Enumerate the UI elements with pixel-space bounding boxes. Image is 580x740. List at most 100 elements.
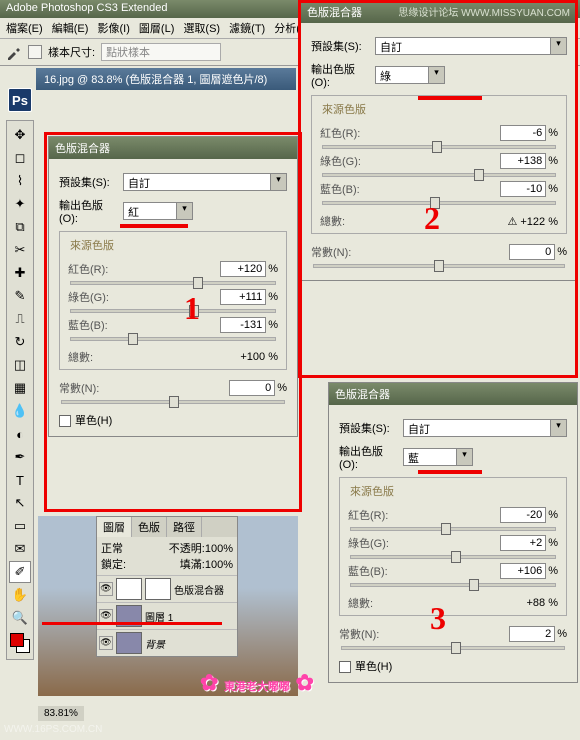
output-combo-1[interactable]: 紅▾ (123, 202, 193, 220)
eye-icon[interactable]: 👁 (99, 582, 113, 596)
type-tool[interactable]: T (9, 469, 31, 491)
menu-layer[interactable]: 圖層(L) (139, 23, 174, 35)
shape-tool[interactable]: ▭ (9, 515, 31, 537)
green-input-1[interactable] (220, 289, 266, 305)
wand-tool[interactable]: ✦ (9, 193, 31, 215)
preset-combo-1[interactable]: 自訂▾ (123, 173, 287, 191)
output-combo-3[interactable]: 藍▾ (403, 448, 473, 466)
stamp-tool[interactable]: ⎍ (9, 308, 31, 330)
brush-tool[interactable]: ✎ (9, 285, 31, 307)
blend-mode[interactable]: 正常 (101, 543, 123, 555)
blue-slider-2[interactable] (322, 201, 556, 205)
channel-mixer-panel-2: 色版混合器 預設集(S): 自訂▾ 輸出色版(O): 綠▾ 來源色版 紅色(R)… (300, 0, 578, 281)
red-slider-1[interactable] (70, 281, 276, 285)
eyedropper-tool[interactable]: ✐ (9, 561, 31, 583)
tab-channels[interactable]: 色版 (132, 517, 167, 537)
tab-layers[interactable]: 圖層 (97, 517, 132, 537)
total-value-1: +100 (240, 351, 265, 363)
constant-slider-2[interactable] (313, 264, 565, 268)
tab-paths[interactable]: 路徑 (167, 517, 202, 537)
menu-select[interactable]: 選取(S) (183, 23, 220, 35)
constant-slider-1[interactable] (61, 400, 285, 404)
opacity-value[interactable]: 100% (205, 543, 233, 555)
green-input-2[interactable] (500, 153, 546, 169)
menu-edit[interactable]: 編輯(E) (52, 23, 89, 35)
red-input-3[interactable] (500, 507, 546, 523)
eraser-tool[interactable]: ◫ (9, 354, 31, 376)
layer-row-bg[interactable]: 👁背景 (97, 629, 237, 656)
chevron-down-icon[interactable]: ▾ (270, 174, 286, 190)
channel-mixer-panel-3: 色版混合器 預設集(S): 自訂▾ 輸出色版(O): 藍▾ 來源色版 紅色(R)… (328, 382, 578, 683)
zoom-tool[interactable]: 🔍 (9, 607, 31, 629)
gradient-tool[interactable]: ▦ (9, 377, 31, 399)
green-slider-2[interactable] (322, 173, 556, 177)
chevron-down-icon[interactable]: ▾ (550, 420, 566, 436)
document-tab[interactable]: 16.jpg @ 83.8% (色版混合器 1, 圖層遮色片/8) (36, 68, 296, 90)
blue-slider-3[interactable] (350, 583, 556, 587)
blue-slider-1[interactable] (70, 337, 276, 341)
constant-input-1[interactable] (229, 380, 275, 396)
crop-tool[interactable]: ⧉ (9, 216, 31, 238)
chevron-down-icon[interactable]: ▾ (456, 449, 472, 465)
status-zoom: 83.81% (38, 706, 84, 721)
red-slider-2[interactable] (322, 145, 556, 149)
menu-file[interactable]: 檔案(E) (6, 23, 43, 35)
blue-input-2[interactable] (500, 181, 546, 197)
constant-slider-3[interactable] (341, 646, 565, 650)
preset-label: 預設集(S): (339, 420, 399, 436)
marquee-tool[interactable]: ◻ (9, 147, 31, 169)
constant-input-2[interactable] (509, 244, 555, 260)
chevron-down-icon[interactable]: ▾ (176, 203, 192, 219)
hand-tool[interactable]: ✋ (9, 584, 31, 606)
mono-label: 單色(H) (355, 661, 392, 673)
blue-input-1[interactable] (220, 317, 266, 333)
green-slider-3[interactable] (350, 555, 556, 559)
layer-row-mixer[interactable]: 👁色版混合器 (97, 575, 237, 602)
blue-input-3[interactable] (500, 563, 546, 579)
blue-label: 藍色(B): (68, 317, 108, 333)
preset-combo-2[interactable]: 自訂▾ (375, 37, 567, 55)
chevron-down-icon[interactable]: ▾ (428, 67, 444, 83)
output-label: 輸出色版(O): (339, 443, 399, 471)
output-label: 輸出色版(O): (59, 197, 119, 225)
toolbox: ✥ ◻ ⌇ ✦ ⧉ ✂ ✚ ✎ ⎍ ↻ ◫ ▦ 💧 ◐ ✒ T ↖ ▭ ✉ ✐ … (6, 120, 34, 660)
dodge-tool[interactable]: ◐ (9, 423, 31, 445)
history-brush-tool[interactable]: ↻ (9, 331, 31, 353)
lasso-tool[interactable]: ⌇ (9, 170, 31, 192)
source-fieldset-2: 來源色版 紅色(R):% 綠色(G):% 藍色(B):% 總數:⚠ +122 % (311, 95, 567, 234)
red-slider-3[interactable] (350, 527, 556, 531)
red-input-1[interactable] (220, 261, 266, 277)
output-combo-2[interactable]: 綠▾ (375, 66, 445, 84)
layer-row-1[interactable]: 👁圖層 1 (97, 602, 237, 629)
slice-tool[interactable]: ✂ (9, 239, 31, 261)
notes-tool[interactable]: ✉ (9, 538, 31, 560)
blue-label: 藍色(B): (320, 181, 360, 197)
blue-label: 藍色(B): (348, 563, 388, 579)
path-tool[interactable]: ↖ (9, 492, 31, 514)
watermark-top: 思缘设计论坛 WWW.MISSYUAN.COM (398, 4, 570, 19)
chevron-down-icon[interactable]: ▾ (550, 38, 566, 54)
panel-1-title: 色版混合器 (49, 137, 297, 159)
eye-icon[interactable]: 👁 (99, 609, 113, 623)
tool-preset-dropdown[interactable] (28, 45, 42, 59)
sample-size-combo[interactable]: 點狀樣本 (101, 43, 221, 61)
constant-label: 常數(N): (311, 244, 351, 260)
menu-filter[interactable]: 濾鏡(T) (229, 23, 265, 35)
preset-combo-3[interactable]: 自訂▾ (403, 419, 567, 437)
constant-input-3[interactable] (509, 626, 555, 642)
eye-icon[interactable]: 👁 (99, 636, 113, 650)
color-swatches[interactable] (10, 633, 30, 653)
blur-tool[interactable]: 💧 (9, 400, 31, 422)
move-tool[interactable]: ✥ (9, 124, 31, 146)
green-input-3[interactable] (500, 535, 546, 551)
pen-tool[interactable]: ✒ (9, 446, 31, 468)
heal-tool[interactable]: ✚ (9, 262, 31, 284)
red-input-2[interactable] (500, 125, 546, 141)
mono-checkbox-3[interactable] (339, 661, 351, 673)
total-label: 總數: (348, 595, 373, 611)
mono-label: 單色(H) (75, 415, 112, 427)
menu-image[interactable]: 影像(I) (97, 23, 129, 35)
fill-value[interactable]: 100% (205, 559, 233, 571)
green-slider-1[interactable] (70, 309, 276, 313)
mono-checkbox-1[interactable] (59, 415, 71, 427)
